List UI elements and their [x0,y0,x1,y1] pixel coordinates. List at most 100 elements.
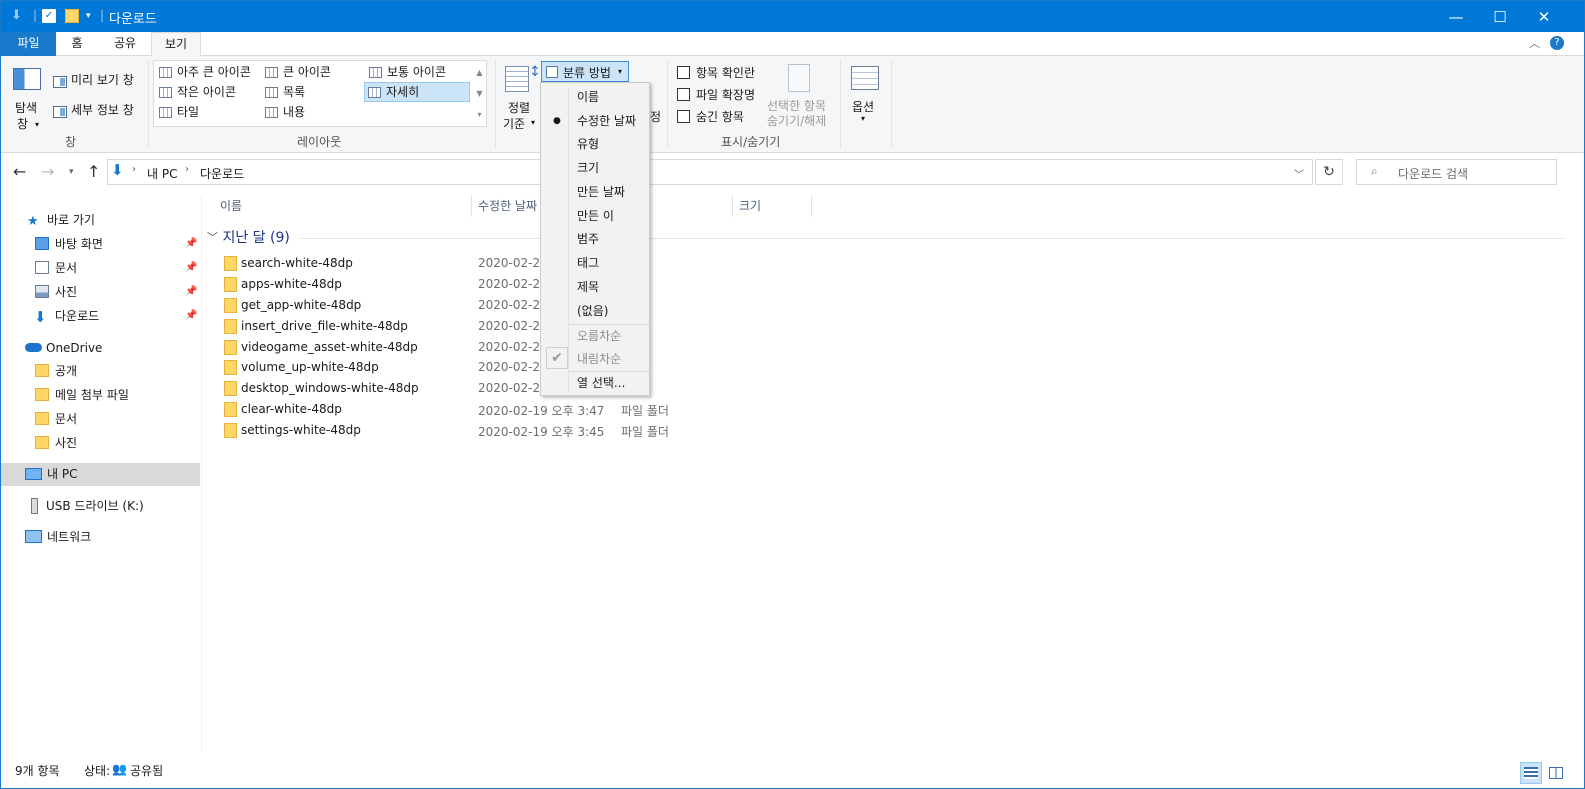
nav-item-documents[interactable]: 문서 📌 [1,257,200,279]
file-date: 2020-02-21 [478,381,548,395]
tab-view[interactable]: 보기 [151,32,201,57]
column-header-modified[interactable]: 수정한 날짜 [478,198,537,220]
nav-item-desktop[interactable]: 바탕 화면 📌 [1,233,200,255]
layout-content[interactable]: 내용 [262,103,305,123]
breadcrumb-downloads[interactable]: 다운로드 [200,165,244,182]
pin-icon[interactable]: 📌 [185,305,197,327]
details-pane-button[interactable]: 세부 정보 창 [51,100,143,120]
ribbon-tabs: 파일 홈 공유 보기 ︿ ? [1,32,1584,57]
menu-item-categories[interactable]: 범주 [541,228,649,250]
forward-arrow-icon[interactable]: → [41,162,54,181]
collapse-ribbon-chevron-icon[interactable]: ︿ [1529,35,1540,51]
nav-item-public[interactable]: 공개 [1,360,200,382]
documents-icon [35,261,49,274]
menu-item-none[interactable]: (없음) [541,300,649,322]
menu-item-descending[interactable]: 내림차순 [541,348,649,370]
nav-usb-drive[interactable]: USB 드라이브 (K:) [1,495,200,517]
refresh-button[interactable]: ↻ [1315,159,1343,185]
pin-icon[interactable]: 📌 [185,257,197,279]
sort-by-button[interactable]: ↕ 정렬 기준 ▾ [501,62,541,132]
preview-pane-button[interactable]: 미리 보기 창 [51,70,143,90]
file-row[interactable]: settings-white-48dp 2020-02-19 오후 3:45 파일 … [219,420,699,440]
layout-extra-large-icons[interactable]: 아주 큰 아이콘 [156,63,251,83]
layout-medium-icons[interactable]: 보통 아이콘 [366,63,446,83]
details-view-button[interactable] [1520,762,1542,784]
nav-this-pc[interactable]: 내 PC [1,463,200,486]
layout-small-icons[interactable]: 작은 아이콘 [156,83,236,103]
menu-item-date-modified[interactable]: ● 수정한 날짜 [541,110,649,132]
nav-item-pictures[interactable]: 사진 📌 [1,281,200,303]
group-label-panes: 창 [65,135,77,149]
hide-selected-items-button[interactable]: 선택한 항목 숨기기/해제 [765,62,835,132]
pane-splitter[interactable] [201,197,202,752]
layout-details[interactable]: 자세히 [364,82,470,102]
help-icon[interactable]: ? [1550,36,1564,50]
layout-list[interactable]: 목록 [262,83,305,103]
nav-item-onedrive-documents[interactable]: 문서 [1,408,200,430]
tab-home[interactable]: 홈 [57,32,97,56]
menu-item-title[interactable]: 제목 [541,276,649,298]
nav-item-email-attachments[interactable]: 메일 첨부 파일 [1,384,200,406]
menu-item-choose-columns[interactable]: 열 선택... [541,372,649,394]
minimize-button[interactable]: — [1433,1,1479,32]
menu-item-ascending[interactable]: 오름차순 [541,325,649,347]
recent-locations-chevron-icon[interactable]: ▾ [69,167,74,177]
menu-item-authors[interactable]: 만든 이 [541,205,649,227]
group-by-button[interactable]: 분류 방법 ▾ [541,61,629,82]
sort-arrow-icon: ↕ [529,64,541,80]
menu-item-type[interactable]: 유형 [541,133,649,155]
pin-icon[interactable]: 📌 [185,233,197,255]
tab-file[interactable]: 파일 [1,32,56,56]
layout-large-icons[interactable]: 큰 아이콘 [262,63,331,83]
file-date: 2020-02-19 오후 3:45 [478,425,605,439]
navigation-pane-button[interactable]: 탐색 창 ▾ [11,62,43,132]
nav-label: 바로 가기 [47,213,95,227]
file-date: 2020-02-21 [478,277,548,291]
pin-icon[interactable]: 📌 [185,281,197,303]
options-button[interactable]: 옵션 ▾ [847,62,885,132]
nav-item-downloads[interactable]: ⬇ 다운로드 📌 [1,305,200,327]
column-divider[interactable] [811,195,812,217]
nav-label: OneDrive [46,341,103,355]
gallery-scroll-up-icon[interactable]: ▲ [473,62,486,83]
menu-item-tags[interactable]: 태그 [541,252,649,274]
menu-item-name[interactable]: 이름 [541,86,649,108]
column-divider[interactable] [732,195,733,217]
close-button[interactable]: ✕ [1521,1,1567,32]
group-header[interactable]: ﹀ 지난 달 (9) [207,227,290,247]
hidden-items-toggle[interactable]: 숨긴 항목 [675,108,763,126]
nav-network[interactable]: 네트워크 [1,526,200,548]
address-bar[interactable]: ⬇ › 내 PC › 다운로드 ﹀ [107,159,1313,185]
chevron-down-icon: ▾ [35,120,40,129]
search-input[interactable]: ⌕ 다운로드 검색 [1356,159,1557,185]
gallery-scroll-down-icon[interactable]: ▼ [473,83,486,104]
breadcrumb-this-pc[interactable]: 내 PC [147,165,177,182]
menu-item-size[interactable]: 크기 [541,157,649,179]
folder-icon [224,298,237,313]
large-icons-view-button[interactable] [1545,762,1567,784]
file-extensions-toggle[interactable]: 파일 확장명 [675,86,763,104]
properties-icon[interactable]: ✓ [42,9,56,23]
layout-tiles[interactable]: 타일 [156,103,199,123]
item-checkboxes-toggle[interactable]: 항목 확인란 [675,64,763,82]
customize-quick-access-chevron-icon[interactable]: ▾ [86,11,91,21]
back-arrow-icon[interactable]: ← [13,162,26,181]
group-label-layout: 레이아웃 [297,135,342,149]
address-history-chevron-icon[interactable]: ﹀ [1294,166,1304,181]
maximize-button[interactable]: ☐ [1477,1,1523,32]
tab-share[interactable]: 공유 [102,32,148,56]
cloud-icon [25,343,42,352]
column-header-name[interactable]: 이름 [220,198,242,220]
column-divider[interactable] [471,195,472,217]
nav-item-onedrive-pictures[interactable]: 사진 [1,432,200,454]
large-icons-icon [265,67,278,78]
up-arrow-icon[interactable]: ↑ [87,162,100,181]
menu-item-date-created[interactable]: 만든 날짜 [541,181,649,203]
gallery-expand-icon[interactable]: ▾ [473,104,486,125]
nav-onedrive[interactable]: OneDrive [1,337,200,359]
folder-icon [224,319,237,334]
nav-quick-access[interactable]: ★ 바로 가기 [1,209,200,231]
file-row[interactable]: clear-white-48dp 2020-02-19 오후 3:47 파일 폴더 [219,399,699,419]
column-header-size[interactable]: 크기 [739,198,761,220]
new-folder-icon[interactable] [65,9,79,23]
